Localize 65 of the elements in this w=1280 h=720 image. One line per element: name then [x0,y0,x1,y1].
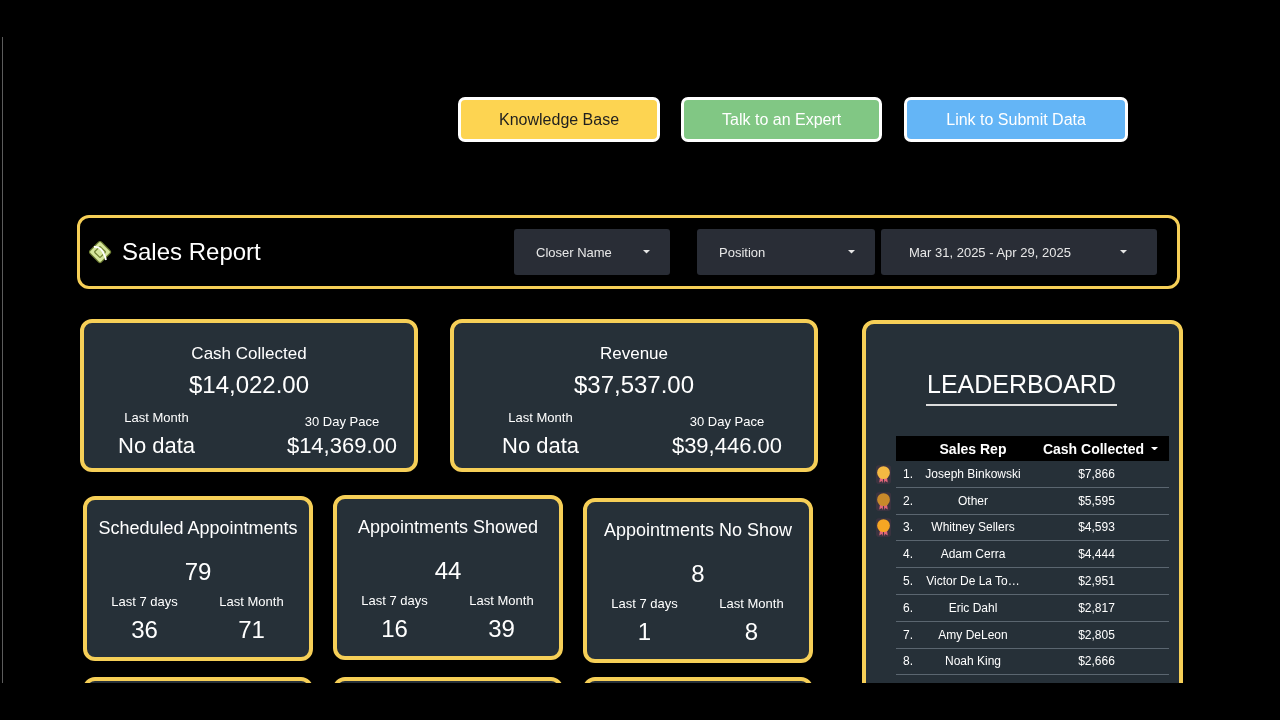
card-value: $14,022.00 [188,370,310,400]
card-title: Revenue [599,344,669,364]
amount-cell-text: $2,805 [1077,627,1116,642]
stat-value: 1 [637,617,652,647]
stat-label: 30 Day Pace [689,414,765,430]
column-header[interactable]: Cash Collected [1026,440,1169,457]
stat-label: Last Month [124,410,189,426]
stat-value: 39 [488,614,515,644]
name-cell-text: Whitney Sellers [930,520,1016,535]
filter-dropdown[interactable]: Closer Name [514,229,670,275]
name-cell-text: Amy DeLeon [937,627,1009,642]
stat-label: Last 7 days [611,596,678,612]
caret-icon [1120,250,1127,254]
caret-icon [643,250,650,254]
rank-cell-text: 7. [902,627,914,642]
rank-cell-text: 1. [902,466,914,481]
amount-cell-text: $2,951 [1077,574,1116,589]
stat-value: No data [118,433,196,459]
stat-value: 16 [381,614,408,644]
card-value: 44 [434,556,462,586]
name-cell-text: Noah King [943,654,1002,669]
report-title: Sales Report [122,238,261,266]
stat-value: $14,369.00 [286,433,397,459]
amount-cell-text: $5,595 [1077,493,1116,508]
filter-dropdown[interactable]: Position [697,229,875,275]
stat-label: Last Month [219,594,284,610]
stat-label: 30 Day Pace [304,414,380,430]
rank-cell-text: 6. [902,600,914,615]
stat-label: Last Month [508,410,573,426]
stat-value: 8 [744,617,759,647]
card-title: Appointments Showed [357,516,539,538]
amount-cell-text: $4,444 [1077,547,1116,562]
stat-label: Last 7 days [361,593,428,609]
name-cell-text: Other [957,493,989,508]
stat-value: 36 [131,615,158,645]
card-value: 79 [184,557,212,587]
name-cell-text: Eric Dahl [947,600,999,615]
filter-dropdown[interactable]: Mar 31, 2025 - Apr 29, 2025 [881,229,1157,275]
rank-cell-text: 2. [902,493,914,508]
stat-value: $39,446.00 [671,433,782,459]
name-cell-text: Joseph Binkowski [924,466,1022,481]
link-button[interactable]: Knowledge Base [458,97,661,142]
amount-cell-text: $2,817 [1077,600,1116,615]
stat-value: No data [502,433,580,459]
leaderboard-title: LEADERBOARD [926,369,1117,406]
card-value: 8 [691,559,705,589]
stat-value: 71 [238,615,265,645]
rank-cell-text: 3. [902,520,914,535]
stat-label: Last Month [469,593,534,609]
stat-label: Last 7 days [111,594,178,610]
rank-cell-text: 4. [902,547,914,562]
amount-cell-text: $2,666 [1077,654,1116,669]
amount-cell-text: $4,593 [1077,520,1116,535]
rank-cell-text: 5. [902,574,914,589]
column-header[interactable]: Sales Rep [920,440,1026,457]
card-title: Scheduled Appointments [98,517,298,539]
stat-label: Last Month [719,596,784,612]
card-title: Appointments No Show [603,519,793,541]
name-cell-text: Victor De La To… [925,574,1021,589]
name-cell-text: Adam Cerra [939,547,1007,562]
caret-icon [848,250,855,254]
card-title: Cash Collected [191,344,307,364]
card-value: $37,537.00 [573,370,695,400]
amount-cell-text: $7,866 [1077,466,1116,481]
rank-cell-text: 8. [902,654,914,669]
